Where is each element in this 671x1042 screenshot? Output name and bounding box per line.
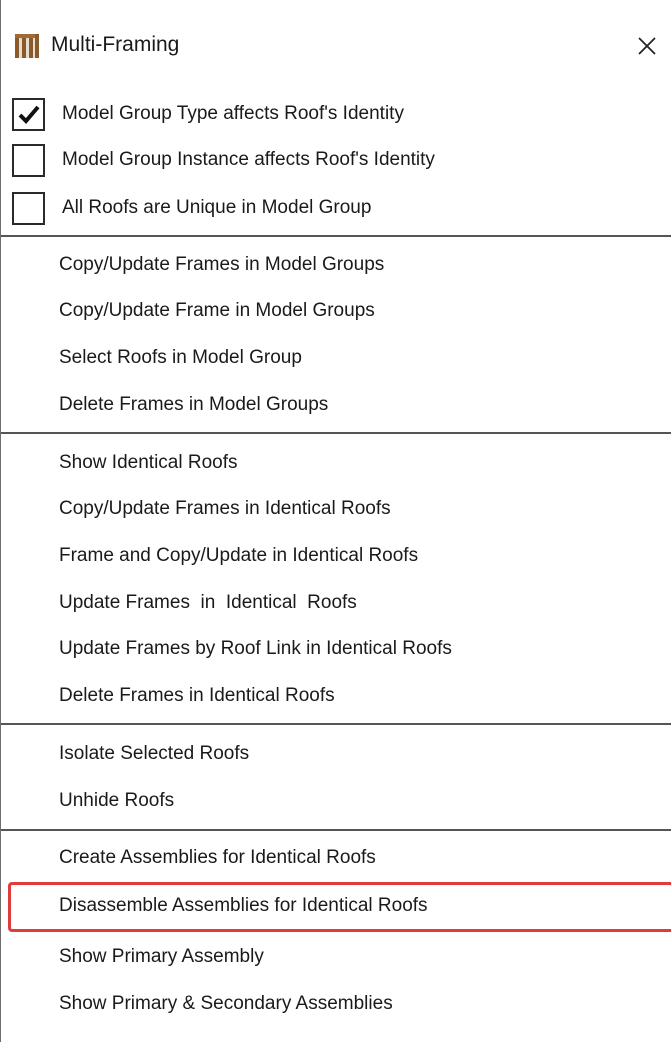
menu-item-label: Create Assemblies for Identical Roofs bbox=[59, 847, 376, 868]
menu-item-copy-update-frames-model-groups[interactable]: Copy/Update Frames in Model Groups bbox=[1, 245, 671, 285]
menu-item-frame-copy-update-identical-roofs[interactable]: Frame and Copy/Update in Identical Roofs bbox=[1, 536, 671, 576]
menu-item-label: Update Frames by Roof Link in Identical … bbox=[59, 638, 452, 659]
checkbox-checked[interactable] bbox=[12, 97, 45, 131]
separator bbox=[1, 235, 671, 237]
menu-item-delete-frames-identical-roofs[interactable]: Delete Frames in Identical Roofs bbox=[1, 676, 671, 716]
checkbox-model-group-instance[interactable]: Model Group Instance affects Roof's Iden… bbox=[1, 140, 671, 180]
menu-item-label: Disassemble Assemblies for Identical Roo… bbox=[59, 895, 428, 916]
separator bbox=[1, 432, 671, 434]
menu-item-delete-frames-model-groups[interactable]: Delete Frames in Model Groups bbox=[1, 385, 671, 425]
checkbox-label: Model Group Instance affects Roof's Iden… bbox=[62, 149, 435, 170]
roof-framing-icon bbox=[13, 32, 41, 60]
menu-item-label: Isolate Selected Roofs bbox=[59, 743, 250, 764]
menu-item-label: Show Identical Roofs bbox=[59, 452, 238, 473]
checkbox-model-group-type[interactable]: Model Group Type affects Roof's Identity bbox=[1, 94, 671, 134]
menu-item-select-roofs-model-group[interactable]: Select Roofs in Model Group bbox=[1, 338, 671, 378]
menu-item-create-assemblies[interactable]: Create Assemblies for Identical Roofs bbox=[1, 838, 671, 878]
checkbox-label: Model Group Type affects Roof's Identity bbox=[62, 103, 404, 124]
menu-item-label: Copy/Update Frames in Model Groups bbox=[59, 254, 385, 275]
menu-item-show-primary-secondary-assemblies[interactable]: Show Primary & Secondary Assemblies bbox=[1, 984, 671, 1024]
checkbox-unchecked[interactable] bbox=[12, 143, 45, 177]
menu-item-label: Delete Frames in Identical Roofs bbox=[59, 685, 335, 706]
menu-item-isolate-selected-roofs[interactable]: Isolate Selected Roofs bbox=[1, 734, 671, 774]
menu-item-label: Copy/Update Frame in Model Groups bbox=[59, 300, 375, 321]
checkmark-icon bbox=[18, 105, 40, 124]
menu-item-label: Frame and Copy/Update in Identical Roofs bbox=[59, 545, 419, 566]
title-bar: Multi-Framing bbox=[1, 0, 671, 90]
menu-item-label: Show Primary & Secondary Assemblies bbox=[59, 993, 393, 1014]
menu-item-show-primary-assembly[interactable]: Show Primary Assembly bbox=[1, 937, 671, 977]
close-icon bbox=[638, 37, 656, 55]
menu-item-update-frames-roof-link[interactable]: Update Frames by Roof Link in Identical … bbox=[1, 629, 671, 669]
menu-item-show-identical-roofs[interactable]: Show Identical Roofs bbox=[1, 443, 671, 483]
menu-item-update-frames-identical-roofs[interactable]: Update Frames in Identical Roofs bbox=[1, 583, 671, 623]
menu-item-label: Unhide Roofs bbox=[59, 790, 175, 811]
menu-item-label: Copy/Update Frames in Identical Roofs bbox=[59, 498, 391, 519]
window-title: Multi-Framing bbox=[51, 33, 180, 56]
menu-item-copy-update-identical-roofs[interactable]: Copy/Update Frames in Identical Roofs bbox=[1, 489, 671, 529]
menu-item-label: Update Frames in Identical Roofs bbox=[59, 592, 357, 613]
menu-item-label: Select Roofs in Model Group bbox=[59, 347, 302, 368]
multi-framing-panel: Multi-Framing Model Group Type affects R… bbox=[0, 0, 671, 1042]
checkbox-label: All Roofs are Unique in Model Group bbox=[62, 197, 372, 218]
menu-item-copy-update-frame-model-groups[interactable]: Copy/Update Frame in Model Groups bbox=[1, 291, 671, 331]
checkbox-all-roofs-unique[interactable]: All Roofs are Unique in Model Group bbox=[1, 188, 671, 228]
close-button[interactable] bbox=[629, 28, 665, 64]
menu-item-unhide-roofs[interactable]: Unhide Roofs bbox=[1, 781, 671, 821]
separator bbox=[1, 829, 671, 831]
checkbox-unchecked[interactable] bbox=[12, 191, 45, 225]
menu-item-label: Show Primary Assembly bbox=[59, 946, 264, 967]
menu-item-disassemble-assemblies[interactable]: Disassemble Assemblies for Identical Roo… bbox=[1, 886, 671, 926]
separator bbox=[1, 723, 671, 725]
menu-item-label: Delete Frames in Model Groups bbox=[59, 394, 329, 415]
